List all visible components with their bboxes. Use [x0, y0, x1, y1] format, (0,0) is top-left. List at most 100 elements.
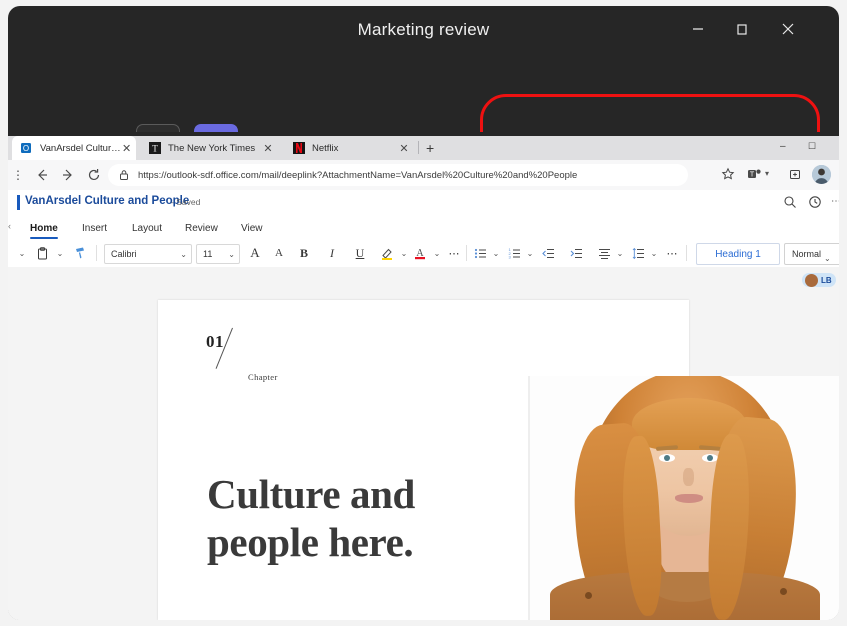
lock-icon: [118, 169, 130, 181]
window-titlebar: Marketing review: [8, 6, 839, 52]
ribbon-tab-list: ‹ Home Insert Layout Review View: [8, 217, 839, 239]
paste-chevron-down-icon[interactable]: ⌄: [54, 243, 66, 263]
toolbar-divider: [686, 245, 687, 261]
browser-minimize-button[interactable]: –: [780, 141, 786, 152]
address-bar-url: https://outlook-sdf.office.com/mail/deep…: [138, 170, 577, 181]
svg-text:3: 3: [508, 254, 511, 259]
profile-avatar[interactable]: [812, 165, 831, 184]
teams-icon[interactable]: T: [746, 166, 762, 182]
collaborator-presence[interactable]: LB: [802, 273, 836, 287]
font-size-dropdown[interactable]: 11 ⌄: [196, 244, 240, 264]
document-header: VanArsdel Culture and People - Saved ⋯: [8, 190, 839, 218]
word-accent-bar: [17, 195, 20, 210]
chapter-marker: 01 Chapter: [206, 332, 356, 392]
ribbon-scroll-left-icon[interactable]: ‹: [8, 221, 11, 231]
undo-chevron-down-icon[interactable]: ⌄: [16, 243, 28, 263]
chapter-word: Chapter: [248, 372, 278, 382]
back-arrow-icon[interactable]: [33, 166, 51, 184]
tab-divider: [418, 141, 419, 154]
highlight-icon[interactable]: [378, 243, 396, 263]
line-spacing-chevron-down-icon[interactable]: ⌄: [648, 243, 660, 263]
browser-tab[interactable]: Netflix ✕: [284, 136, 416, 160]
paste-icon[interactable]: [34, 243, 50, 263]
close-icon[interactable]: ✕: [121, 142, 132, 155]
browser-tab[interactable]: T The New York Times ✕: [140, 136, 280, 160]
browser-tab-title: The New York Times: [168, 143, 260, 154]
favorites-star-icon[interactable]: [720, 166, 736, 182]
ribbon-tab-home[interactable]: Home: [21, 217, 67, 239]
chevron-down-icon[interactable]: ▾: [765, 169, 769, 178]
ribbon-toolbar: ⌄ ⌄ Calibri ⌄ 11 ⌄ A A: [8, 239, 839, 268]
browser-tab-title: VanArsdel Culture and peo...: [40, 143, 121, 154]
grow-font-icon[interactable]: A: [246, 243, 264, 263]
browser-toolbar: ⋮ https://outlook-sdf.office.com/mail/de…: [8, 160, 839, 190]
presenter-mouth: [675, 494, 703, 503]
highlight-chevron-down-icon[interactable]: ⌄: [398, 243, 410, 263]
presenter-iris-right: [707, 455, 713, 461]
format-painter-icon[interactable]: [72, 243, 90, 263]
collaborator-initials: LB: [821, 276, 832, 285]
ribbon-tab-insert[interactable]: Insert: [73, 217, 116, 239]
nyt-icon: T: [149, 142, 161, 154]
increase-indent-icon[interactable]: [568, 243, 584, 263]
chapter-number: 01: [206, 332, 224, 352]
toolbar-divider: [96, 245, 97, 261]
history-icon[interactable]: [808, 195, 824, 211]
shrink-font-icon[interactable]: A: [270, 243, 288, 263]
ribbon-tab-review[interactable]: Review: [176, 217, 227, 239]
bold-button[interactable]: B: [296, 243, 312, 263]
bullets-chevron-down-icon[interactable]: ⌄: [490, 243, 502, 263]
presenter-eye-right: [702, 454, 718, 462]
line-spacing-icon[interactable]: [630, 243, 646, 263]
font-color-icon[interactable]: A: [412, 243, 428, 263]
bullets-icon[interactable]: [472, 243, 488, 263]
more-font-options-icon[interactable]: ⋯: [446, 243, 462, 263]
app-menu-icon[interactable]: ⋮: [9, 166, 27, 184]
collections-icon[interactable]: [787, 166, 803, 182]
search-icon[interactable]: [783, 195, 799, 211]
presenter-nose: [683, 468, 694, 486]
reload-icon[interactable]: [85, 166, 103, 184]
numbering-chevron-down-icon[interactable]: ⌄: [524, 243, 536, 263]
decrease-indent-icon[interactable]: [540, 243, 556, 263]
close-button[interactable]: [774, 16, 802, 42]
browser-maximize-button[interactable]: ☐: [808, 141, 816, 152]
avatar: [805, 274, 818, 287]
font-name-dropdown[interactable]: Calibri ⌄: [104, 244, 192, 264]
forward-arrow-icon[interactable]: [59, 166, 77, 184]
video-left-edge: [528, 376, 530, 620]
toolbar-divider: [466, 245, 467, 261]
numbering-icon[interactable]: 123: [506, 243, 522, 263]
minimize-button[interactable]: [684, 16, 712, 42]
browser-tab-title: Netflix: [312, 143, 396, 154]
ribbon-tab-view[interactable]: View: [232, 217, 272, 239]
presenter-shirt-button-right: [780, 588, 787, 595]
close-icon[interactable]: ✕: [260, 142, 276, 155]
document-heading: Culture and people here.: [207, 470, 507, 567]
presenter-video[interactable]: [528, 376, 839, 620]
italic-button[interactable]: I: [324, 243, 340, 263]
style-normal[interactable]: Normal: [784, 243, 839, 265]
style-heading-1[interactable]: Heading 1: [696, 243, 780, 265]
meeting-window: Marketing review Position: Size:: [8, 6, 839, 620]
font-size-value: 11: [203, 249, 212, 259]
address-bar[interactable]: https://outlook-sdf.office.com/mail/deep…: [108, 164, 688, 186]
more-paragraph-options-icon[interactable]: ⋯: [664, 243, 680, 263]
close-icon[interactable]: ✕: [396, 142, 412, 155]
alignment-icon[interactable]: [596, 243, 612, 263]
font-color-chevron-down-icon[interactable]: ⌄: [431, 243, 443, 263]
save-status: - Saved: [171, 197, 200, 207]
browser-tab[interactable]: O VanArsdel Culture and peo... ✕: [12, 136, 136, 160]
netflix-icon: [293, 142, 305, 154]
underline-button[interactable]: U: [352, 243, 368, 263]
alignment-chevron-down-icon[interactable]: ⌄: [614, 243, 626, 263]
browser-tab-strip: O VanArsdel Culture and peo... ✕ T The N…: [8, 132, 839, 160]
new-tab-button[interactable]: +: [426, 140, 434, 156]
tabstrip-top-edge: [8, 132, 839, 136]
overlay-controls-strip: Position: Size:: [8, 52, 839, 132]
styles-chevron-down-icon[interactable]: ⌄: [824, 248, 831, 268]
document-title[interactable]: VanArsdel Culture and People: [25, 195, 189, 207]
ribbon-tab-layout[interactable]: Layout: [123, 217, 171, 239]
maximize-button[interactable]: [728, 16, 756, 42]
document-more-icon[interactable]: ⋯: [831, 196, 839, 207]
